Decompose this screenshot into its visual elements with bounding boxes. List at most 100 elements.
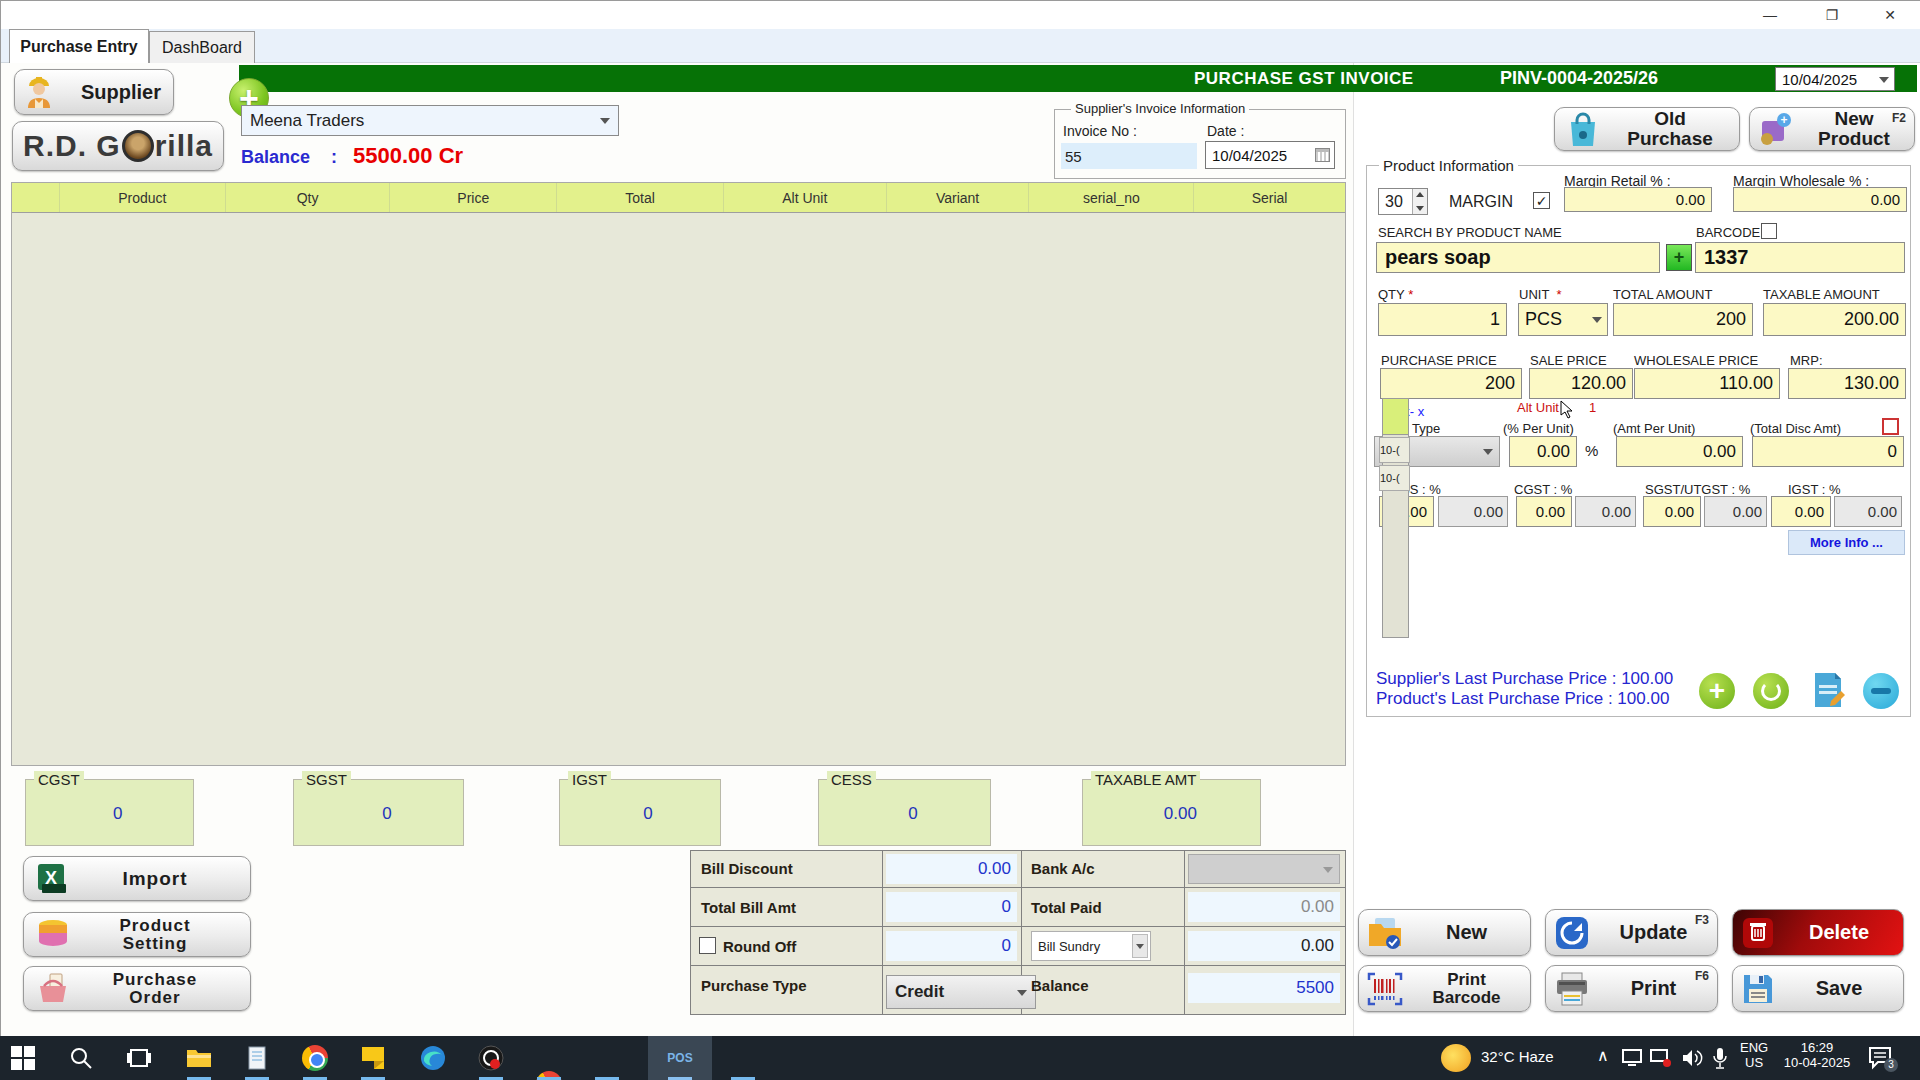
search-icon[interactable] [68, 1045, 94, 1071]
dropdown-highlighted-item[interactable] [1382, 398, 1409, 435]
pos-app-button[interactable]: POS [648, 1036, 712, 1080]
add-product-button[interactable]: + [1666, 244, 1692, 271]
balance-input[interactable]: 5500 [1188, 973, 1340, 1003]
import-button[interactable]: X Import [23, 856, 251, 901]
sticky-note-icon[interactable] [360, 1045, 386, 1071]
app-logo[interactable]: R.D. Grilla [12, 121, 224, 171]
round-off-input[interactable]: 0 [886, 931, 1017, 961]
chrome-icon[interactable] [302, 1045, 328, 1071]
margin-spinner[interactable]: 30 [1378, 188, 1428, 215]
sale-price-input[interactable]: 120.00 [1529, 368, 1633, 399]
bill-sundry-select[interactable]: Bill Sundry [1031, 931, 1151, 961]
remove-icon[interactable] [1863, 673, 1899, 709]
start-button[interactable] [10, 1045, 36, 1071]
cess-amt-input[interactable]: 0.00 [1438, 496, 1508, 527]
bill-discount-input[interactable]: 0.00 [886, 854, 1017, 884]
new-product-fkey: F2 [1892, 111, 1906, 125]
new-button[interactable]: New [1358, 909, 1531, 956]
save-icon [1741, 972, 1775, 1006]
printer-icon [1554, 971, 1590, 1007]
mrp-input[interactable]: 130.00 [1788, 368, 1906, 399]
new-product-label-2: Product [1818, 128, 1890, 149]
more-info-link[interactable]: More Info ... [1788, 530, 1905, 555]
per-unit-input[interactable]: 0.00 [1509, 436, 1577, 467]
purchase-order-button[interactable]: Purchase Order [23, 966, 251, 1011]
file-explorer-icon[interactable] [186, 1045, 212, 1071]
balance-value: 5500.00 Cr [353, 143, 463, 169]
speaker-icon[interactable] [1681, 1048, 1703, 1068]
tray-expand-icon[interactable]: ∧ [1597, 1046, 1609, 1065]
sgst-rate-label: SGST/UTGST : % [1645, 482, 1750, 497]
total-paid-input[interactable]: 0.00 [1188, 892, 1340, 922]
margin-checkbox[interactable]: ✓ [1533, 192, 1550, 209]
bill-summary-table: Bill Discount 0.00 Bank A/c Total Bill A… [690, 850, 1346, 1015]
new-product-button[interactable]: F2 + New Product [1749, 107, 1915, 151]
bill-sundry-amt-input[interactable]: 0.00 [1188, 931, 1340, 961]
delete-button[interactable]: Delete [1732, 909, 1904, 956]
cgst-pct-input[interactable]: 0.00 [1516, 496, 1572, 527]
taxable-amount-input[interactable]: 200.00 [1763, 303, 1906, 336]
purchase-type-select[interactable]: Credit [886, 975, 1036, 1009]
invoice-no-input[interactable]: 55 [1061, 143, 1197, 169]
purchase-price-input[interactable]: 200 [1380, 368, 1522, 399]
percent-suffix: % [1585, 442, 1598, 459]
alt-unit-value: 1 [1589, 400, 1596, 415]
network-icon[interactable] [1621, 1048, 1643, 1068]
minimize-button[interactable]: — [1747, 1, 1793, 29]
round-off-checkbox[interactable] [699, 937, 716, 954]
print-button[interactable]: F6 Print [1545, 965, 1718, 1012]
notepad-icon[interactable] [244, 1045, 270, 1071]
margin-retail-input[interactable]: 0.00 [1564, 187, 1712, 212]
purchase-type-value: Credit [895, 982, 944, 1002]
igst-amt-input[interactable]: 0.00 [1834, 496, 1902, 527]
task-view-icon[interactable] [126, 1045, 152, 1071]
invoice-date-input[interactable]: 10/04/2025 [1205, 141, 1335, 169]
cgst-amt-input[interactable]: 0.00 [1575, 496, 1636, 527]
total-disc-checkbox[interactable] [1882, 418, 1899, 435]
maximize-button[interactable]: ❐ [1809, 1, 1855, 29]
items-grid[interactable]: Product Qty Price Total Alt Unit Variant… [11, 182, 1346, 766]
old-purchase-button[interactable]: Old Purchase [1554, 107, 1740, 151]
qty-input[interactable]: 1 [1378, 303, 1507, 336]
microphone-icon[interactable] [1711, 1047, 1729, 1069]
language-indicator[interactable]: ENGUS [1740, 1040, 1768, 1070]
tab-dashboard[interactable]: DashBoard [149, 31, 255, 63]
cast-icon[interactable] [1650, 1048, 1672, 1068]
obs-icon[interactable] [478, 1045, 504, 1071]
wholesale-price-input[interactable]: 110.00 [1634, 368, 1780, 399]
barcode-icon [1367, 972, 1403, 1006]
edge-icon[interactable] [420, 1045, 446, 1071]
supplier-button[interactable]: Supplier [14, 69, 174, 115]
update-button[interactable]: F3 Update [1545, 909, 1718, 956]
margin-wholesale-input[interactable]: 0.00 [1733, 187, 1907, 212]
total-disc-input[interactable]: 0 [1752, 436, 1904, 467]
sgst-pct-input[interactable]: 0.00 [1643, 496, 1701, 527]
save-button[interactable]: Save [1732, 965, 1904, 1012]
amt-per-unit-input[interactable]: 0.00 [1616, 436, 1743, 467]
dropdown-item-2[interactable]: 10-( [1379, 465, 1410, 491]
weather-icon[interactable] [1441, 1044, 1471, 1072]
bank-ac-select[interactable] [1188, 854, 1340, 884]
barcode-checkbox[interactable] [1761, 223, 1777, 239]
margin-label: MARGIN [1449, 193, 1513, 211]
refresh-icon[interactable] [1753, 673, 1789, 709]
dropdown-item-1[interactable]: 10-( [1379, 437, 1410, 463]
product-setting-button[interactable]: Product Setting [23, 912, 251, 957]
total-bill-amt-input[interactable]: 0 [886, 892, 1017, 922]
print-barcode-button[interactable]: Print Barcode [1358, 965, 1531, 1012]
add-row-icon[interactable]: + [1699, 673, 1735, 709]
total-amount-input[interactable]: 200 [1613, 303, 1753, 336]
igst-pct-input[interactable]: 0.00 [1771, 496, 1831, 527]
unit-select[interactable]: PCS [1518, 303, 1608, 336]
barcode-input[interactable]: 1337 [1695, 242, 1905, 273]
close-button[interactable]: ✕ [1867, 1, 1913, 29]
weather-text[interactable]: 32°C Haze [1481, 1048, 1554, 1065]
tab-purchase-entry[interactable]: Purchase Entry [9, 29, 149, 63]
clock[interactable]: 16:2910-04-2025 [1782, 1040, 1852, 1070]
edit-doc-icon[interactable] [1809, 671, 1847, 709]
invoice-date-dropdown[interactable]: 10/04/2025 [1775, 67, 1895, 91]
tab-strip: Purchase Entry DashBoard [1, 29, 1920, 63]
sgst-amt-input[interactable]: 0.00 [1704, 496, 1767, 527]
search-input[interactable]: pears soap [1376, 242, 1660, 273]
supplier-select[interactable]: Meena Traders [241, 105, 619, 136]
